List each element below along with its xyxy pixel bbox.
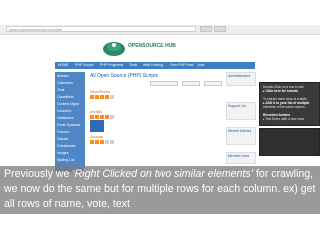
nav-item-web-hosting[interactable]: Web Hosting <box>143 63 163 68</box>
filter-select[interactable] <box>204 81 222 86</box>
sort-select[interactable] <box>150 81 178 86</box>
screenshot-stage: www.opensourcehub.com/list/ OPENSOURCE H… <box>0 0 320 240</box>
star-icon <box>105 95 109 99</box>
caption-before: Previously we <box>4 168 73 180</box>
crawler-panel-footer <box>259 128 320 156</box>
crawler-instruction-panel: Double-Click on a row to see ▸ Click her… <box>259 82 320 126</box>
list-item[interactable]: phpBB <box>90 109 222 132</box>
sidebar-title: Support Us <box>228 104 246 108</box>
sidebar-title: Advertisement <box>228 74 251 78</box>
panel-line: ▸ Text Enter, with 4 new rows. <box>263 117 305 121</box>
category-item[interactable]: Content Mgmt <box>57 102 83 107</box>
category-item[interactable]: Forums <box>57 130 83 135</box>
script-name[interactable]: WordPress <box>90 89 110 94</box>
list-controls <box>150 81 222 86</box>
star-icon <box>95 115 99 119</box>
star-icon <box>100 140 104 144</box>
caption-quoted: ‘Right Clicked on two similar elements’ <box>72 168 254 180</box>
sidebar-title: Recent Articles <box>228 129 252 133</box>
category-item[interactable]: Databases <box>57 116 83 121</box>
sidebar-box: Recent Articles <box>226 127 256 145</box>
sidebar-title: Member Area <box>228 154 250 158</box>
nav-item-home[interactable]: HOME <box>58 63 69 68</box>
url-field[interactable]: www.opensourcehub.com/list/ <box>6 26 196 32</box>
category-item[interactable]: Calendars <box>57 81 83 86</box>
list-item[interactable]: WordPress <box>90 89 222 107</box>
star-icon <box>110 115 114 119</box>
category-item[interactable]: Counters <box>57 109 83 114</box>
slide-caption: Previously we ‘Right Clicked on two simi… <box>0 166 320 214</box>
star-icon <box>100 95 104 99</box>
script-listing: All Open Source (PHP) Scripts WordPress … <box>90 72 222 172</box>
star-icon <box>100 115 104 119</box>
go-button[interactable] <box>200 26 212 32</box>
script-thumbnail <box>90 120 104 132</box>
right-sidebar: Advertisement Support Us Recent Articles… <box>226 72 256 172</box>
category-item[interactable]: Email Systems <box>57 123 83 128</box>
nav-item-tools[interactable]: Tools <box>129 63 137 68</box>
star-icon <box>110 140 114 144</box>
site-logo-text: OPENSOURCE HUB <box>128 43 176 49</box>
category-item[interactable]: Mailing List <box>57 158 83 163</box>
category-item[interactable]: Classifieds <box>57 95 83 100</box>
category-item[interactable]: Articles <box>57 74 83 79</box>
sidebar-box: Member Area <box>226 152 256 164</box>
star-icon <box>105 115 109 119</box>
page-title: All Open Source (PHP) Scripts <box>90 73 159 79</box>
panel-line: elements of the same column. <box>263 105 306 109</box>
star-icon <box>95 140 99 144</box>
category-item[interactable]: Chat <box>57 88 83 93</box>
category-item[interactable]: Guestbooks <box>57 144 83 149</box>
script-name[interactable]: Joomla <box>90 134 103 139</box>
star-icon <box>90 95 94 99</box>
star-icon <box>105 140 109 144</box>
nav-item-free-host[interactable]: Free PHP Host <box>170 63 193 68</box>
script-name[interactable]: phpBB <box>90 109 102 114</box>
top-navigation: HOME PHP Scripts PHP Programs Tools Web … <box>55 62 255 69</box>
star-icon <box>95 95 99 99</box>
category-item[interactable]: Games <box>57 137 83 142</box>
logo-icon <box>103 42 125 56</box>
nav-item-php-scripts[interactable]: PHP Scripts <box>75 63 94 68</box>
nav-item-php-programs[interactable]: PHP Programs <box>100 63 123 68</box>
nav-item-jobs[interactable]: Jobs <box>197 63 204 68</box>
category-sidebar: Articles Calendars Chat Classifieds Cont… <box>55 72 85 172</box>
caption-text: Previously we ‘Right Clicked on two simi… <box>4 167 318 212</box>
category-item[interactable]: Images <box>57 151 83 156</box>
star-icon <box>90 115 94 119</box>
star-icon <box>110 95 114 99</box>
star-icon <box>90 140 94 144</box>
sidebar-box: Support Us <box>226 102 256 120</box>
per-page-select[interactable] <box>182 81 200 86</box>
refresh-button[interactable] <box>214 26 226 32</box>
list-item[interactable]: Joomla <box>90 134 222 152</box>
browser-address-bar: www.opensourcehub.com/list/ <box>0 25 320 35</box>
panel-line[interactable]: ▸ Click here for tutorial. <box>263 89 298 93</box>
sidebar-box: Advertisement <box>226 72 256 86</box>
